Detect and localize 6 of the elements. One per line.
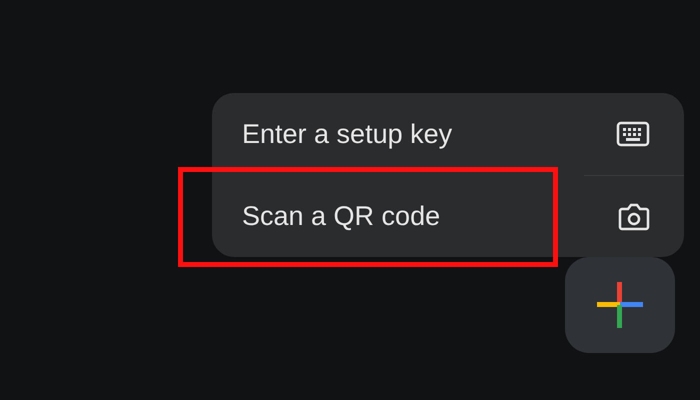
add-button[interactable] [565,257,675,353]
plus-icon [597,282,643,328]
menu-item[interactable]: Enter a setup key [242,114,452,154]
menu-item[interactable]: Scan a QR code [242,196,440,236]
keyboard-icon [616,121,650,147]
camera-icon [618,202,650,232]
